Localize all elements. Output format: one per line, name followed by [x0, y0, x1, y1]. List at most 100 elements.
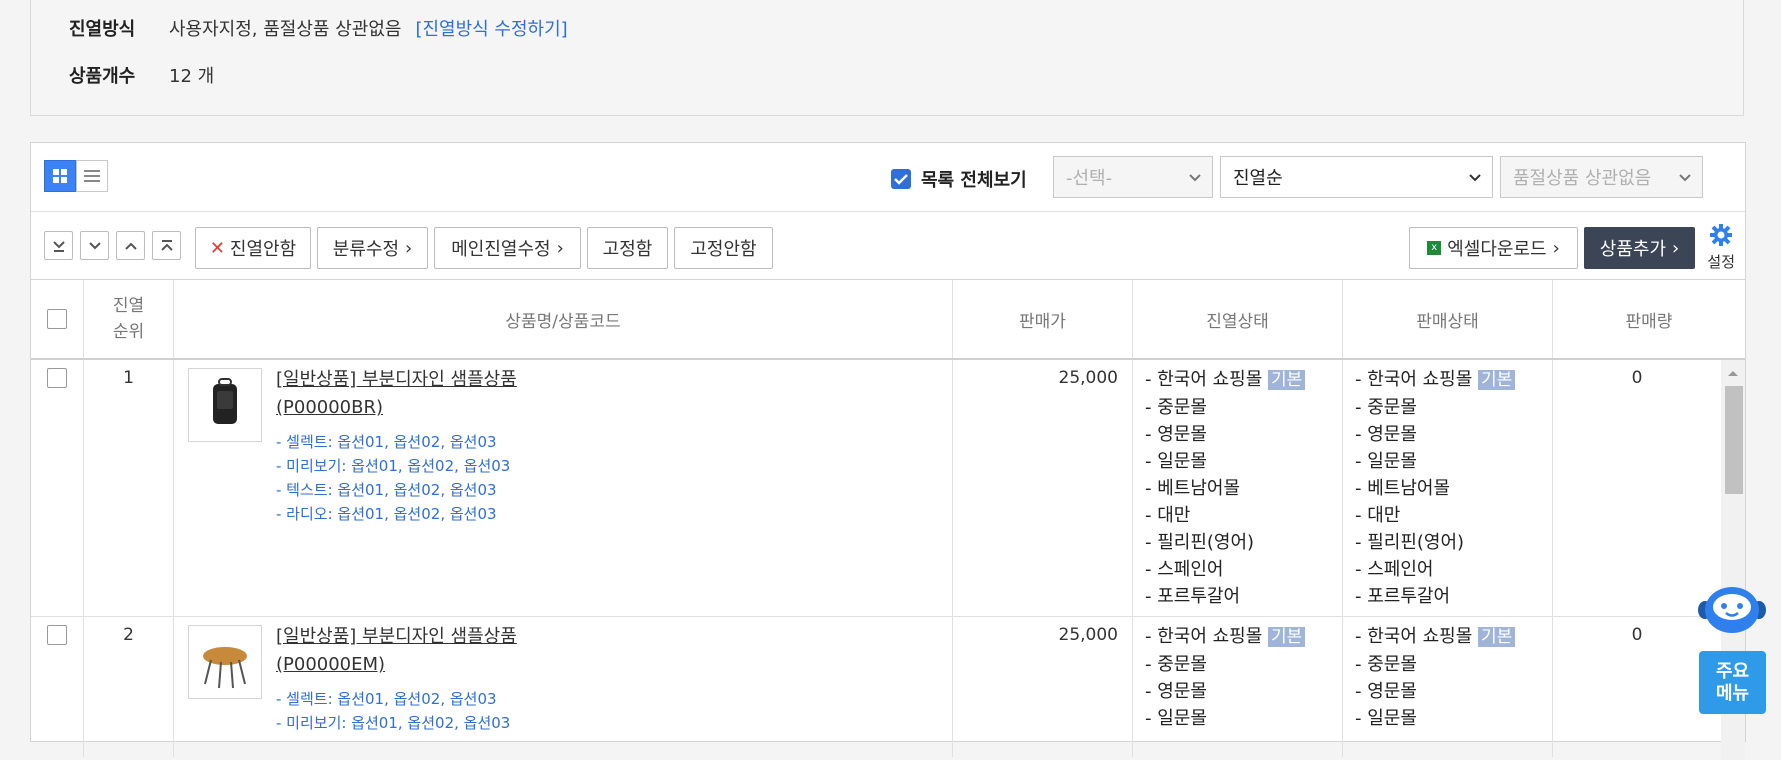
backpack-image — [213, 378, 237, 424]
mall-item: - 베트남어몰 — [1355, 478, 1451, 499]
soldout-select[interactable]: 품절상품 상관없음 — [1500, 156, 1703, 198]
sales-qty: 0 — [1631, 625, 1643, 645]
move-down-icon — [88, 241, 101, 249]
product-options: - 셀렉트: 옵션01, 옵션02, 옵션03 - 미리보기: 옵션01, 옵션… — [276, 430, 510, 526]
product-code-link[interactable]: (P00000BR) — [276, 394, 517, 422]
mall-item: - 일문몰 — [1355, 451, 1417, 472]
header-product-name[interactable]: 상품명/상품코드 — [174, 280, 953, 358]
move-down-button[interactable] — [80, 231, 109, 260]
product-price: 25,000 — [1058, 625, 1118, 645]
move-bottom-icon — [52, 240, 65, 252]
product-name[interactable]: [일반상품] 부분디자인 샘플상품 (P00000BR) — [276, 366, 517, 422]
display-method-label: 진열방식 — [69, 19, 136, 40]
move-top-button[interactable] — [152, 231, 181, 260]
mall-item: - 일문몰 — [1355, 708, 1417, 729]
chevron-down-icon — [1469, 174, 1481, 182]
sale-status-list: - 한국어 쇼핑몰 기본 - 중문몰 - 영문몰 - 일문몰 - 베트남어몰 -… — [1355, 366, 1516, 610]
row-rank: 1 — [123, 368, 134, 388]
chatbot-icon — [1698, 587, 1766, 633]
category-select-value: -선택- — [1066, 168, 1113, 189]
view-all-label: 목록 전체보기 — [921, 170, 1027, 191]
display-status-list: - 한국어 쇼핑몰 기본 - 중문몰 - 영문몰 - 일문몰 — [1145, 623, 1306, 732]
checkbox-checked-icon — [891, 169, 911, 189]
product-name[interactable]: [일반상품] 부분디자인 샘플상품 (P00000EM) — [276, 623, 517, 679]
move-bottom-button[interactable] — [44, 231, 73, 260]
main-menu-button[interactable]: 주요 메뉴 — [1699, 651, 1766, 714]
list-view-button[interactable] — [76, 160, 108, 192]
edit-display-method-link[interactable]: [진열방식 수정하기] — [415, 15, 567, 41]
category-select[interactable]: -선택- — [1053, 156, 1213, 198]
header-sales-qty[interactable]: 판매량 — [1553, 280, 1745, 358]
mall-item: - 중문몰 — [1355, 654, 1417, 675]
row-checkbox[interactable] — [47, 625, 67, 645]
default-tag: 기본 — [1268, 627, 1306, 647]
grid-view-button[interactable] — [44, 160, 76, 192]
add-product-button[interactable]: 상품추가 › — [1584, 227, 1695, 269]
sales-qty: 0 — [1631, 368, 1643, 388]
action-bar: ✕ 진열안함 분류수정 › 메인진열수정 › 고정함 고정안함 x 엑셀다운로드… — [31, 211, 1745, 280]
mall-item: - 한국어 쇼핑몰 — [1355, 626, 1473, 647]
option-line: - 미리보기: 옵션01, 옵션02, 옵션03 — [276, 457, 511, 475]
settings-button[interactable]: 설정 — [1707, 223, 1735, 272]
header-rank: 진열 순위 — [84, 280, 174, 358]
category-edit-label: 분류수정 — [332, 239, 400, 260]
mall-item: - 필리핀(영어) — [1145, 532, 1255, 553]
view-all-checkbox[interactable]: 목록 전체보기 — [891, 166, 1027, 192]
excel-download-button[interactable]: x 엑셀다운로드 › — [1409, 227, 1578, 269]
mall-item: - 중문몰 — [1355, 397, 1417, 418]
mall-item: - 영문몰 — [1145, 424, 1207, 445]
header-price[interactable]: 판매가 — [953, 280, 1133, 358]
fix-button[interactable]: 고정함 — [587, 227, 668, 269]
mall-item: - 포르투갈어 — [1355, 586, 1451, 607]
hide-display-button[interactable]: ✕ 진열안함 — [195, 227, 311, 269]
product-thumbnail[interactable] — [188, 368, 262, 442]
stool-image — [203, 647, 247, 689]
mall-item: - 영문몰 — [1145, 681, 1207, 702]
category-edit-button[interactable]: 분류수정 › — [317, 227, 428, 269]
default-tag: 기본 — [1478, 370, 1516, 390]
sort-select[interactable]: 진열순 — [1220, 156, 1493, 198]
move-up-button[interactable] — [116, 231, 145, 260]
mall-item: - 한국어 쇼핑몰 — [1145, 369, 1263, 390]
main-display-edit-label: 메인진열수정 — [451, 239, 551, 260]
mall-item: - 중문몰 — [1145, 397, 1207, 418]
chevron-right-icon: › — [405, 237, 413, 259]
default-tag: 기본 — [1268, 370, 1306, 390]
select-all-checkbox[interactable] — [47, 309, 67, 329]
excel-icon: x — [1427, 241, 1442, 255]
product-count-row: 상품개수 12 개 — [69, 62, 214, 88]
mall-item: - 일문몰 — [1145, 708, 1207, 729]
mall-item: - 대만 — [1355, 505, 1401, 526]
product-price: 25,000 — [1058, 368, 1118, 388]
product-name-link[interactable]: [일반상품] 부분디자인 샘플상품 — [276, 623, 517, 651]
grid-icon — [53, 169, 67, 183]
chatbot-button[interactable] — [1697, 582, 1767, 646]
product-options: - 셀렉트: 옵션01, 옵션02, 옵션03 - 미리보기: 옵션01, 옵션… — [276, 687, 510, 735]
scroll-up-icon — [1728, 371, 1738, 376]
mall-item: - 스페인어 — [1145, 559, 1224, 580]
soldout-select-value: 품절상품 상관없음 — [1513, 168, 1652, 189]
main-display-edit-button[interactable]: 메인진열수정 › — [434, 227, 581, 269]
chevron-down-icon — [1679, 174, 1691, 182]
hide-display-label: 진열안함 — [229, 239, 297, 260]
product-code-link[interactable]: (P00000EM) — [276, 651, 517, 679]
product-name-link[interactable]: [일반상품] 부분디자인 샘플상품 — [276, 366, 517, 394]
gear-icon — [1710, 224, 1733, 246]
display-status-list: - 한국어 쇼핑몰 기본 - 중문몰 - 영문몰 - 일문몰 - 베트남어몰 -… — [1145, 366, 1306, 610]
product-list-panel: 목록 전체보기 -선택- 진열순 품절상품 상관없음 ✕ 진열안함 분류수정 ›… — [30, 142, 1746, 760]
move-up-icon — [124, 242, 137, 250]
option-line: - 미리보기: 옵션01, 옵션02, 옵션03 — [276, 714, 511, 732]
default-tag: 기본 — [1478, 627, 1516, 647]
mall-item: - 스페인어 — [1355, 559, 1434, 580]
product-thumbnail[interactable] — [188, 625, 262, 699]
row-checkbox[interactable] — [47, 368, 67, 388]
view-toggle — [44, 160, 108, 192]
header-sale-status: 판매상태 — [1343, 280, 1553, 358]
list-filter-bar: 목록 전체보기 -선택- 진열순 품절상품 상관없음 — [31, 143, 1745, 212]
excel-download-label: 엑셀다운로드 — [1447, 239, 1547, 260]
main-menu-label: 주요 메뉴 — [1715, 660, 1750, 704]
list-icon — [84, 170, 100, 182]
table-row: 2 [일반상품] 부분디자인 샘플상품 (P00000EM) - 셀렉트: 옵션… — [31, 617, 1721, 757]
scrollbar-thumb[interactable] — [1725, 386, 1743, 494]
unfix-button[interactable]: 고정안함 — [674, 227, 773, 269]
